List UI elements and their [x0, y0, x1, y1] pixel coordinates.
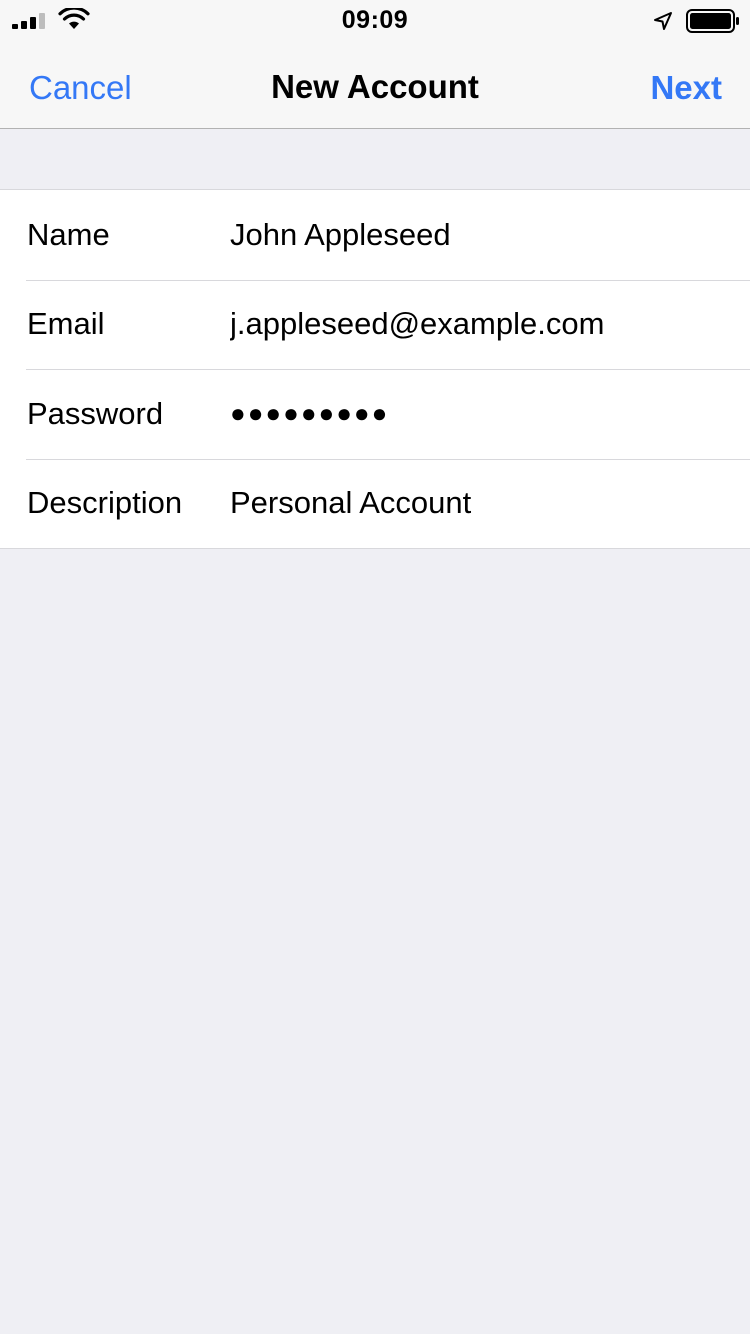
location-arrow-icon [654, 12, 672, 30]
name-label: Name [27, 216, 110, 252]
password-row[interactable]: Password ●●●●●●●●● [0, 369, 750, 459]
email-field[interactable]: j.appleseed@example.com [230, 306, 730, 342]
cancel-button[interactable]: Cancel [29, 69, 132, 107]
password-field[interactable]: ●●●●●●●●● [230, 398, 730, 429]
password-label: Password [27, 395, 164, 431]
account-form: Name John Appleseed Email j.appleseed@ex… [0, 189, 750, 549]
description-row[interactable]: Description Personal Account [0, 458, 750, 549]
description-label: Description [27, 485, 183, 521]
email-row[interactable]: Email j.appleseed@example.com [0, 279, 750, 370]
battery-icon [686, 9, 739, 33]
status-time: 09:09 [341, 6, 409, 34]
description-field[interactable]: Personal Account [230, 485, 730, 521]
name-row[interactable]: Name John Appleseed [0, 190, 750, 280]
email-label: Email [27, 306, 105, 342]
status-bar: 09:09 [0, 0, 750, 40]
name-field[interactable]: John Appleseed [230, 217, 730, 253]
navigation-bar: Cancel New Account Next [0, 40, 750, 129]
next-button[interactable]: Next [650, 69, 722, 107]
